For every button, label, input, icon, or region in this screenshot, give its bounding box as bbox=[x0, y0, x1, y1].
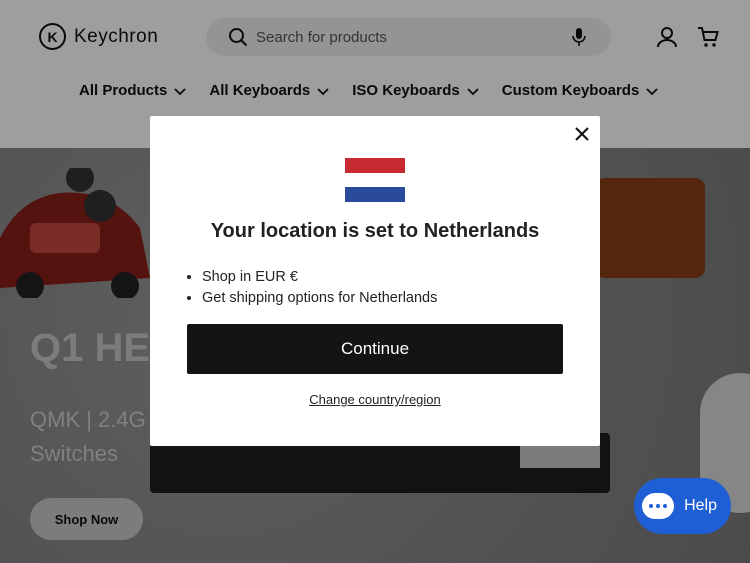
change-country-link[interactable]: Change country/region bbox=[150, 392, 600, 407]
chat-icon bbox=[642, 493, 675, 519]
netherlands-flag-icon bbox=[345, 158, 405, 202]
modal-bullet-list: Shop in EUR € Get shipping options for N… bbox=[202, 267, 437, 309]
flag-stripe-blue bbox=[345, 187, 405, 202]
modal-title: Your location is set to Netherlands bbox=[210, 220, 540, 242]
list-item: Shop in EUR € bbox=[202, 267, 437, 288]
list-item: Get shipping options for Netherlands bbox=[202, 288, 437, 309]
continue-button[interactable]: Continue bbox=[187, 324, 563, 374]
help-label: Help bbox=[684, 497, 717, 514]
flag-stripe-white bbox=[345, 172, 405, 188]
help-chat-button[interactable]: Help bbox=[634, 478, 731, 534]
flag-stripe-red bbox=[345, 158, 405, 173]
location-modal: Your location is set to Netherlands Shop… bbox=[150, 116, 600, 446]
close-icon[interactable] bbox=[573, 125, 591, 143]
